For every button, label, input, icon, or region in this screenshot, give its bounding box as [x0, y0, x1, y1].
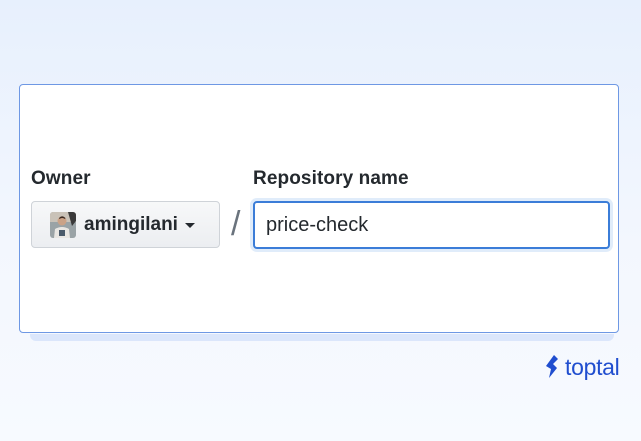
- owner-repo-separator: /: [231, 205, 241, 243]
- card-shadow: [30, 334, 614, 341]
- toptal-logo-text: toptal: [565, 353, 620, 380]
- user-avatar-icon: [50, 211, 76, 238]
- owner-username: amingilani: [84, 213, 178, 235]
- owner-label: Owner: [31, 168, 91, 189]
- new-repository-form-card: Owner Repository name amingilani /: [19, 84, 619, 333]
- repository-name-label: Repository name: [253, 168, 409, 189]
- toptal-logo: toptal: [544, 351, 620, 383]
- toptal-logo-icon: [546, 355, 558, 378]
- owner-dropdown-button[interactable]: amingilani: [31, 201, 220, 248]
- repository-name-input[interactable]: [253, 201, 610, 249]
- caret-down-icon: [184, 223, 195, 228]
